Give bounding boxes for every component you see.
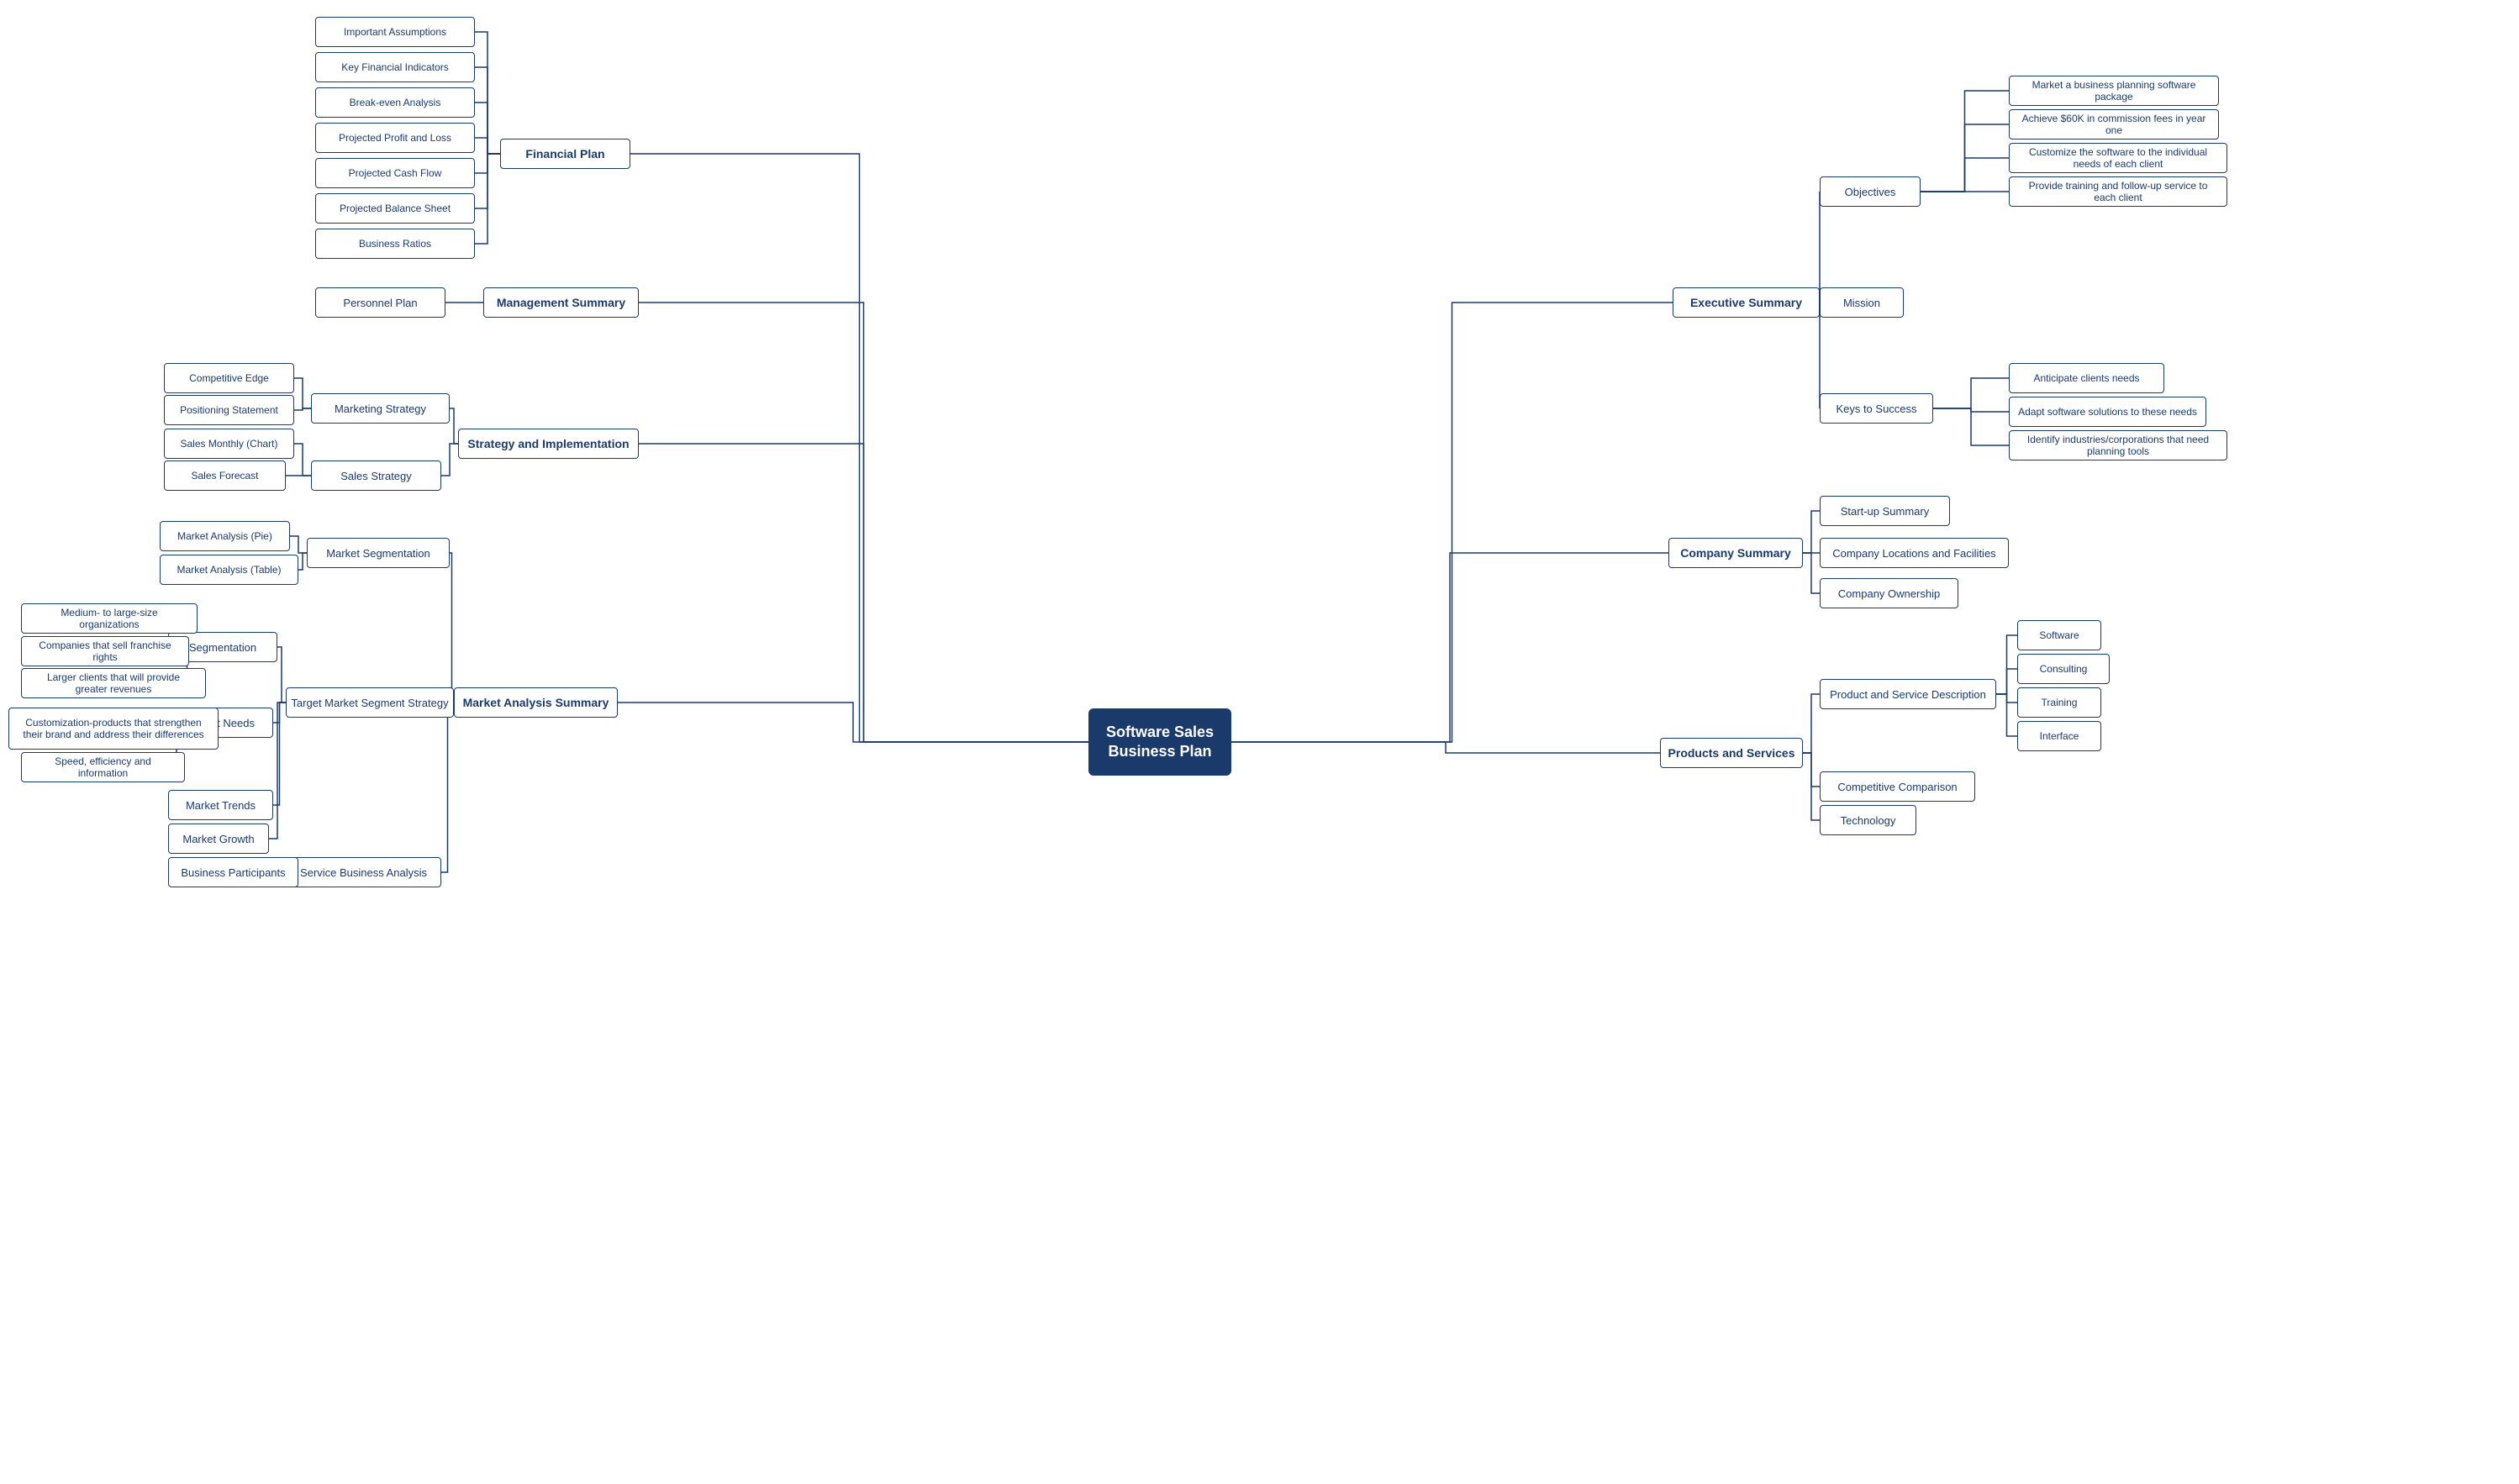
node-companies_franchise[interactable]: Companies that sell franchise rights [21,636,189,666]
node-market_analysis_pie[interactable]: Market Analysis (Pie) [160,521,290,551]
node-competitive_edge[interactable]: Competitive Edge [164,363,294,393]
node-keys1[interactable]: Anticipate clients needs [2009,363,2164,393]
node-executive_summary[interactable]: Executive Summary [1673,287,1820,318]
node-projected_balance[interactable]: Projected Balance Sheet [315,193,475,224]
node-management_summary[interactable]: Management Summary [483,287,639,318]
node-business_participants[interactable]: Business Participants [168,857,298,887]
node-company_summary[interactable]: Company Summary [1668,538,1803,568]
node-objectives[interactable]: Objectives [1820,176,1921,207]
node-projected_cash[interactable]: Projected Cash Flow [315,158,475,188]
node-center: Software SalesBusiness Plan [1088,708,1231,776]
node-important_assumptions[interactable]: Important Assumptions [315,17,475,47]
node-keys2[interactable]: Adapt software solutions to these needs [2009,397,2206,427]
mindmap-container: Software SalesBusiness Plan Financial Pla… [0,0,2519,1484]
node-technology[interactable]: Technology [1820,805,1916,835]
node-sales_forecast[interactable]: Sales Forecast [164,460,286,491]
node-personnel_plan[interactable]: Personnel Plan [315,287,445,318]
node-mission[interactable]: Mission [1820,287,1904,318]
node-obj3[interactable]: Customize the software to the individual… [2009,143,2227,173]
node-training[interactable]: Training [2017,687,2101,718]
node-obj4[interactable]: Provide training and follow-up service t… [2009,176,2227,207]
node-keys3[interactable]: Identify industries/corporations that ne… [2009,430,2227,460]
node-market_analysis_summary[interactable]: Market Analysis Summary [454,687,618,718]
node-financial_plan[interactable]: Financial Plan [500,139,630,169]
node-speed_efficiency[interactable]: Speed, efficiency and information [21,752,185,782]
node-obj2[interactable]: Achieve $60K in commission fees in year … [2009,109,2219,139]
node-keys_success[interactable]: Keys to Success [1820,393,1933,424]
node-competitive_comparison[interactable]: Competitive Comparison [1820,771,1975,802]
node-market_analysis_table[interactable]: Market Analysis (Table) [160,555,298,585]
node-market_trends[interactable]: Market Trends [168,790,273,820]
node-software[interactable]: Software [2017,620,2101,650]
node-strategy_impl[interactable]: Strategy and Implementation [458,429,639,459]
node-break_even[interactable]: Break-even Analysis [315,87,475,118]
node-sales_strategy[interactable]: Sales Strategy [311,460,441,491]
node-company_locations[interactable]: Company Locations and Facilities [1820,538,2009,568]
node-market_growth[interactable]: Market Growth [168,824,269,854]
node-startup_summary[interactable]: Start-up Summary [1820,496,1950,526]
node-larger_clients[interactable]: Larger clients that will provide greater… [21,668,206,698]
node-products_services[interactable]: Products and Services [1660,738,1803,768]
node-interface_node[interactable]: Interface [2017,721,2101,751]
node-obj1[interactable]: Market a business planning software pack… [2009,76,2219,106]
node-key_financial_indicators[interactable]: Key Financial Indicators [315,52,475,82]
node-target_market[interactable]: Target Market Segment Strategy [286,687,454,718]
node-service_business[interactable]: Service Business Analysis [286,857,441,887]
node-sales_monthly[interactable]: Sales Monthly (Chart) [164,429,294,459]
node-product_service_desc[interactable]: Product and Service Description [1820,679,1996,709]
node-projected_profit[interactable]: Projected Profit and Loss [315,123,475,153]
node-business_ratios[interactable]: Business Ratios [315,229,475,259]
node-marketing_strategy[interactable]: Marketing Strategy [311,393,450,424]
node-positioning_statement[interactable]: Positioning Statement [164,395,294,425]
node-market_segmentation[interactable]: Market Segmentation [307,538,450,568]
node-company_ownership[interactable]: Company Ownership [1820,578,1958,608]
node-customization[interactable]: Customization-products that strengthen t… [8,708,219,750]
node-medium_large[interactable]: Medium- to large-size organizations [21,603,198,634]
node-consulting[interactable]: Consulting [2017,654,2110,684]
